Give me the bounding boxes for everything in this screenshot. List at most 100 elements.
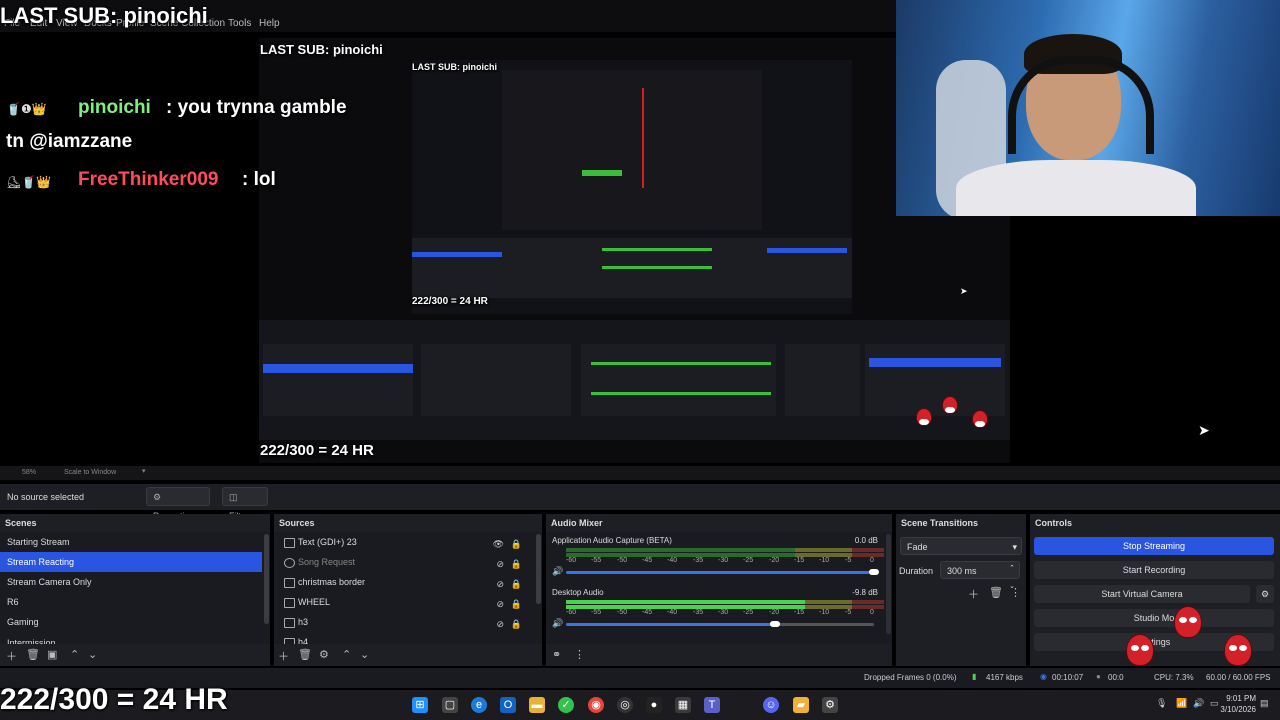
windows-start-icon[interactable]: ⊞ [412, 697, 428, 713]
eye-icon[interactable]: 👁 [493, 534, 504, 554]
teams-icon[interactable]: T [704, 697, 720, 713]
volume-slider[interactable] [566, 569, 879, 575]
task-view-icon[interactable]: ▢ [442, 697, 458, 713]
lock-icon[interactable]: 🔒 [511, 594, 522, 614]
duration-input[interactable]: 300 ms ⌃ ⌄ [940, 561, 1020, 590]
app-icon[interactable]: ▰ [793, 697, 809, 713]
meter-tick-label: -55 [591, 609, 602, 616]
clock-time[interactable]: 9:01 PM [1222, 694, 1256, 703]
start-virtual-camera-button[interactable]: Start Virtual Camera [1034, 585, 1250, 603]
scene-item[interactable]: Intermission [0, 632, 262, 644]
speaker-icon[interactable]: 🔊 [552, 566, 563, 577]
add-icon[interactable]: ＋ [6, 648, 17, 664]
app-icon[interactable]: ✓ [558, 697, 574, 713]
meter-tick-label: -15 [794, 609, 805, 616]
source-item[interactable]: h4 [274, 632, 534, 644]
notification-icon[interactable]: ▤ [1260, 698, 1269, 709]
more-options-icon[interactable]: ⋮ [1010, 586, 1021, 599]
source-item[interactable]: h3 ⊘ 🔒 [274, 612, 534, 632]
scenes-scrollbar[interactable] [264, 534, 269, 624]
move-down-icon[interactable]: ⌄ [360, 648, 369, 661]
nested-inner-selected [412, 252, 502, 257]
meter-tick-label: -15 [794, 557, 805, 564]
file-explorer-icon[interactable]: ▬ [529, 697, 545, 713]
eye-hidden-icon[interactable]: ⊘ [496, 554, 504, 574]
sources-toolbar: ＋ 🗑 ⚙ ⌃ ⌄ [274, 644, 542, 666]
transition-select[interactable]: Fade ▾ [900, 537, 1022, 555]
gear-icon[interactable]: ⚙ [319, 648, 329, 661]
volume-slider-knob[interactable] [770, 621, 780, 627]
menu-tools[interactable]: Tools [228, 18, 251, 29]
more-options-icon[interactable]: ⋮ [574, 648, 585, 661]
add-icon[interactable]: ＋ [968, 586, 979, 602]
move-up-icon[interactable]: ⌃ [342, 648, 351, 661]
microphone-icon[interactable]: 🎙 [1156, 698, 1167, 709]
discord-icon[interactable]: ☺ [763, 697, 779, 713]
eye-hidden-icon[interactable]: ⊘ [496, 594, 504, 614]
stop-streaming-button[interactable]: Stop Streaming [1034, 537, 1274, 555]
scene-item[interactable]: Starting Stream [0, 532, 262, 552]
gear-icon: ⚙ [153, 492, 162, 502]
scene-item[interactable]: Stream Camera Only [0, 572, 262, 592]
meter-tick-label: -45 [642, 609, 653, 616]
studio-mode-button[interactable]: Studio Mo [1034, 609, 1274, 627]
lock-icon[interactable]: 🔒 [511, 614, 522, 634]
lock-icon[interactable]: 🔒 [511, 574, 522, 594]
wifi-icon[interactable]: 📶 [1176, 698, 1187, 709]
spiderman-sticker [972, 410, 988, 428]
nested-mixer-panel [581, 344, 776, 416]
app-icon[interactable]: ● [646, 697, 662, 713]
link-icon[interactable]: ⚭ [552, 648, 561, 661]
nested-inner-canvas [502, 70, 762, 230]
lock-icon[interactable]: 🔒 [511, 534, 522, 554]
source-item[interactable]: WHEEL ⊘ 🔒 [274, 592, 534, 612]
filters-button[interactable]: ◫ Filters [222, 487, 268, 521]
chrome-icon[interactable]: ◉ [588, 697, 604, 713]
virtual-camera-settings-button[interactable]: ⚙ [1256, 585, 1274, 603]
zoom-level[interactable]: 58% [22, 469, 36, 476]
volume-icon[interactable]: 🔊 [1193, 698, 1204, 709]
sources-scrollbar[interactable] [536, 534, 541, 604]
chat-user-1: pinoichi [78, 97, 151, 118]
audio-mixer-title: Audio Mixer [551, 518, 603, 528]
source-item[interactable]: christmas border ⊘ 🔒 [274, 572, 534, 592]
edge-icon[interactable]: e [471, 697, 487, 713]
lock-icon[interactable]: 🔒 [511, 554, 522, 574]
chat-badges: 🥤❶👑 [6, 102, 47, 116]
scene-item[interactable]: Gaming [0, 612, 262, 632]
trash-icon[interactable]: 🗑 [989, 586, 1003, 599]
source-label: h3 [298, 617, 309, 627]
scale-mode[interactable]: Scale to Window [64, 469, 116, 476]
menu-help[interactable]: Help [259, 18, 280, 29]
scene-item-selected[interactable]: Stream Reacting [0, 552, 262, 572]
volume-slider[interactable] [566, 621, 874, 627]
trash-icon[interactable]: 🗑 [26, 648, 40, 661]
clock-date[interactable]: 3/10/2026 [1214, 705, 1256, 714]
volume-slider-knob[interactable] [869, 569, 879, 575]
source-label: christmas border [298, 577, 366, 587]
scene-item[interactable]: R6 [0, 592, 262, 612]
obs-icon[interactable]: ◎ [617, 697, 633, 713]
sources-dock: Sources Text (GDI+) 23 👁 🔒 Song Request … [274, 514, 542, 666]
meter-tick-label: -35 [693, 609, 704, 616]
calculator-icon[interactable]: ▦ [675, 697, 691, 713]
eye-hidden-icon[interactable]: ⊘ [496, 614, 504, 634]
source-item[interactable]: Text (GDI+) 23 👁 🔒 [274, 532, 534, 552]
eye-hidden-icon[interactable]: ⊘ [496, 574, 504, 594]
start-recording-button[interactable]: Start Recording [1034, 561, 1274, 579]
steam-icon[interactable]: ⚙ [822, 697, 838, 713]
add-icon[interactable]: ＋ [278, 648, 289, 664]
speaker-icon[interactable]: 🔊 [552, 618, 563, 629]
trash-icon[interactable]: 🗑 [298, 648, 312, 661]
spiderman-sticker [1224, 634, 1252, 666]
nested-meter [591, 362, 771, 365]
properties-button[interactable]: ⚙ Properties [146, 487, 210, 521]
source-item[interactable]: Song Request ⊘ 🔒 [274, 552, 534, 572]
settings-icon[interactable]: ▣ [47, 648, 57, 661]
nested-last-sub: LAST SUB: pinoichi [260, 42, 383, 57]
outlook-icon[interactable]: O [500, 697, 516, 713]
move-up-icon[interactable]: ⌃ [70, 648, 79, 661]
mixer-scrollbar[interactable] [886, 534, 891, 634]
chevron-down-icon[interactable]: ▾ [142, 467, 146, 475]
move-down-icon[interactable]: ⌄ [88, 648, 97, 661]
